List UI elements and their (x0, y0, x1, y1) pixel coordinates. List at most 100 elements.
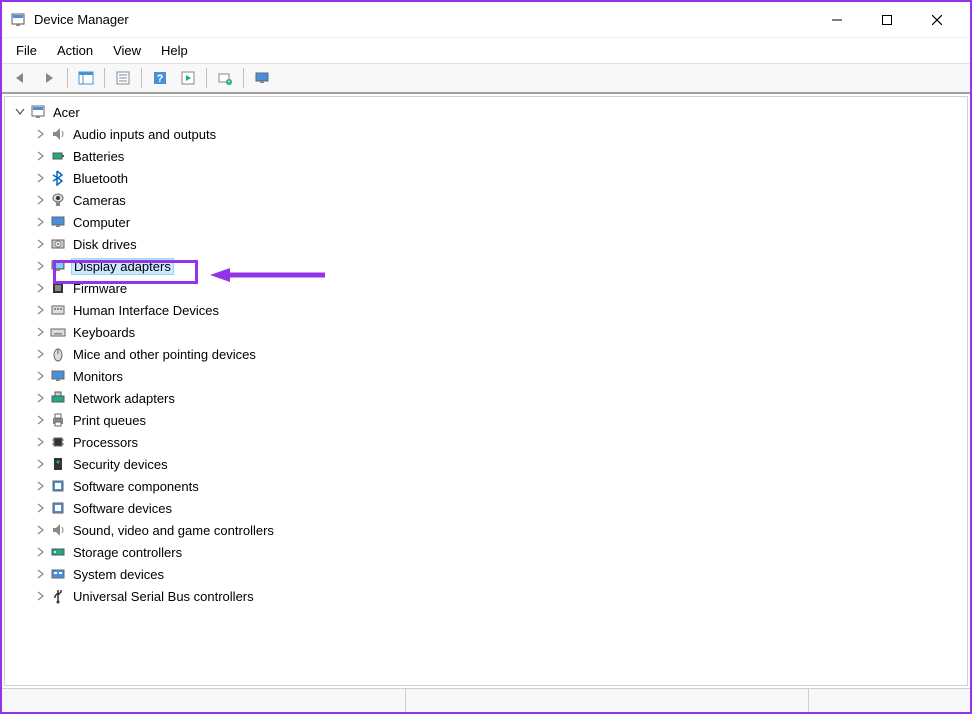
tree-category-label: Sound, video and game controllers (71, 522, 276, 539)
expand-icon[interactable] (33, 303, 47, 317)
expand-icon[interactable] (33, 589, 47, 603)
tree-category[interactable]: Software components (5, 475, 967, 497)
expand-icon[interactable] (33, 413, 47, 427)
tree-category-label: Bluetooth (71, 170, 130, 187)
expand-icon[interactable] (33, 523, 47, 537)
tree-category[interactable]: Monitors (5, 365, 967, 387)
tree-category[interactable]: Audio inputs and outputs (5, 123, 967, 145)
toolbar-separator (67, 68, 68, 88)
tree-category[interactable]: Universal Serial Bus controllers (5, 585, 967, 607)
expand-icon[interactable] (33, 259, 47, 273)
properties-button[interactable] (110, 66, 136, 90)
tree-category[interactable]: Cameras (5, 189, 967, 211)
window-controls (812, 3, 962, 37)
security-icon (49, 456, 67, 472)
computer-icon (29, 104, 47, 120)
expand-icon[interactable] (33, 457, 47, 471)
tree-category[interactable]: Print queues (5, 409, 967, 431)
window-title: Device Manager (34, 12, 129, 27)
bluetooth-icon (49, 170, 67, 186)
expand-icon[interactable] (33, 281, 47, 295)
expand-icon[interactable] (33, 435, 47, 449)
tree-category[interactable]: Keyboards (5, 321, 967, 343)
maximize-button[interactable] (862, 3, 912, 37)
collapse-icon[interactable] (13, 105, 27, 119)
menu-file[interactable]: File (6, 40, 47, 61)
statusbar-cell (809, 689, 970, 712)
tree-category[interactable]: Display adapters (5, 255, 967, 277)
expand-icon[interactable] (33, 237, 47, 251)
monitor-button[interactable] (249, 66, 275, 90)
statusbar-cell (406, 689, 810, 712)
minimize-button[interactable] (812, 3, 862, 37)
device-tree[interactable]: Acer Audio inputs and outputs Batteries Bl… (4, 96, 968, 686)
expand-icon[interactable] (33, 545, 47, 559)
expand-icon[interactable] (33, 215, 47, 229)
software-icon (49, 478, 67, 494)
tree-category-label: Storage controllers (71, 544, 184, 561)
tree-category[interactable]: Storage controllers (5, 541, 967, 563)
scan-hardware-button[interactable]: + (212, 66, 238, 90)
svg-text:+: + (227, 80, 231, 86)
tree-category[interactable]: Human Interface Devices (5, 299, 967, 321)
menu-view[interactable]: View (103, 40, 151, 61)
app-icon (10, 12, 26, 28)
storage-icon (49, 544, 67, 560)
tree-root[interactable]: Acer (5, 101, 967, 123)
system-icon (49, 566, 67, 582)
tree-category[interactable]: Network adapters (5, 387, 967, 409)
usb-icon (49, 588, 67, 604)
close-button[interactable] (912, 3, 962, 37)
tree-category-label: System devices (71, 566, 166, 583)
tree-category-label: Batteries (71, 148, 126, 165)
expand-icon[interactable] (33, 171, 47, 185)
back-button[interactable] (8, 66, 34, 90)
display-icon (49, 258, 67, 274)
show-hide-tree-button[interactable] (73, 66, 99, 90)
expand-icon[interactable] (33, 193, 47, 207)
expand-icon[interactable] (33, 347, 47, 361)
menu-help[interactable]: Help (151, 40, 198, 61)
tree-category[interactable]: Computer (5, 211, 967, 233)
firmware-icon (49, 280, 67, 296)
statusbar (2, 688, 970, 712)
tree-category[interactable]: Processors (5, 431, 967, 453)
toolbar-separator (104, 68, 105, 88)
toolbar-separator (141, 68, 142, 88)
disk-icon (49, 236, 67, 252)
expand-icon[interactable] (33, 479, 47, 493)
tree-category[interactable]: Sound, video and game controllers (5, 519, 967, 541)
audio-icon (49, 126, 67, 142)
device-manager-window: Device Manager File Action View Help ? + (0, 0, 972, 714)
tree-category[interactable]: Mice and other pointing devices (5, 343, 967, 365)
software-icon (49, 500, 67, 516)
tree-category[interactable]: Security devices (5, 453, 967, 475)
titlebar: Device Manager (2, 2, 970, 38)
tree-category[interactable]: Bluetooth (5, 167, 967, 189)
expand-icon[interactable] (33, 567, 47, 581)
tree-category[interactable]: Disk drives (5, 233, 967, 255)
expand-icon[interactable] (33, 391, 47, 405)
monitor-icon (49, 368, 67, 384)
expand-icon[interactable] (33, 369, 47, 383)
tree-category-label: Mice and other pointing devices (71, 346, 258, 363)
forward-button[interactable] (36, 66, 62, 90)
expand-icon[interactable] (33, 149, 47, 163)
action-button[interactable] (175, 66, 201, 90)
expand-icon[interactable] (33, 127, 47, 141)
tree-category-label: Security devices (71, 456, 170, 473)
menubar: File Action View Help (2, 38, 970, 64)
tree-category[interactable]: System devices (5, 563, 967, 585)
toolbar-separator (206, 68, 207, 88)
expand-icon[interactable] (33, 325, 47, 339)
printer-icon (49, 412, 67, 428)
tree-category-label: Processors (71, 434, 140, 451)
hid-icon (49, 302, 67, 318)
menu-action[interactable]: Action (47, 40, 103, 61)
tree-category[interactable]: Software devices (5, 497, 967, 519)
expand-icon[interactable] (33, 501, 47, 515)
tree-category[interactable]: Firmware (5, 277, 967, 299)
tree-category-label: Cameras (71, 192, 128, 209)
tree-category[interactable]: Batteries (5, 145, 967, 167)
help-button[interactable]: ? (147, 66, 173, 90)
